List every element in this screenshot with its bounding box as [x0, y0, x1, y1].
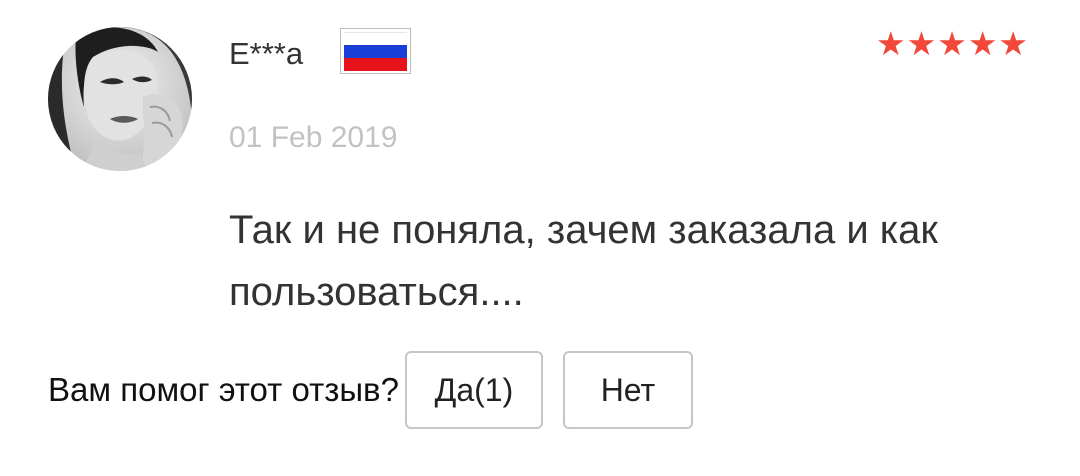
review-card: E***a ★ ★ ★ ★ ★ 01 Feb 2019 Так и не пон…	[0, 0, 1080, 476]
star-icon: ★	[967, 25, 998, 62]
star-icon: ★	[906, 25, 937, 62]
star-icon: ★	[876, 25, 906, 62]
avatar	[48, 27, 192, 171]
star-icon: ★	[998, 25, 1028, 62]
author-name: E***a	[229, 36, 304, 71]
helpful-question: Вам помог этот отзыв?	[48, 371, 399, 408]
star-icon: ★	[937, 25, 967, 62]
review-text: Так и не поняла, зачем заказала и как по…	[229, 208, 938, 314]
russia-flag-icon	[340, 28, 411, 74]
review-date: 01 Feb 2019	[229, 121, 398, 154]
helpful-no-button[interactable]: Нет	[562, 351, 693, 429]
rating-stars: ★ ★ ★ ★ ★	[876, 24, 1028, 64]
helpful-section: Вам помог этот отзыв? Да(1) Нет	[48, 350, 693, 430]
helpful-yes-button[interactable]: Да(1)	[404, 351, 543, 429]
